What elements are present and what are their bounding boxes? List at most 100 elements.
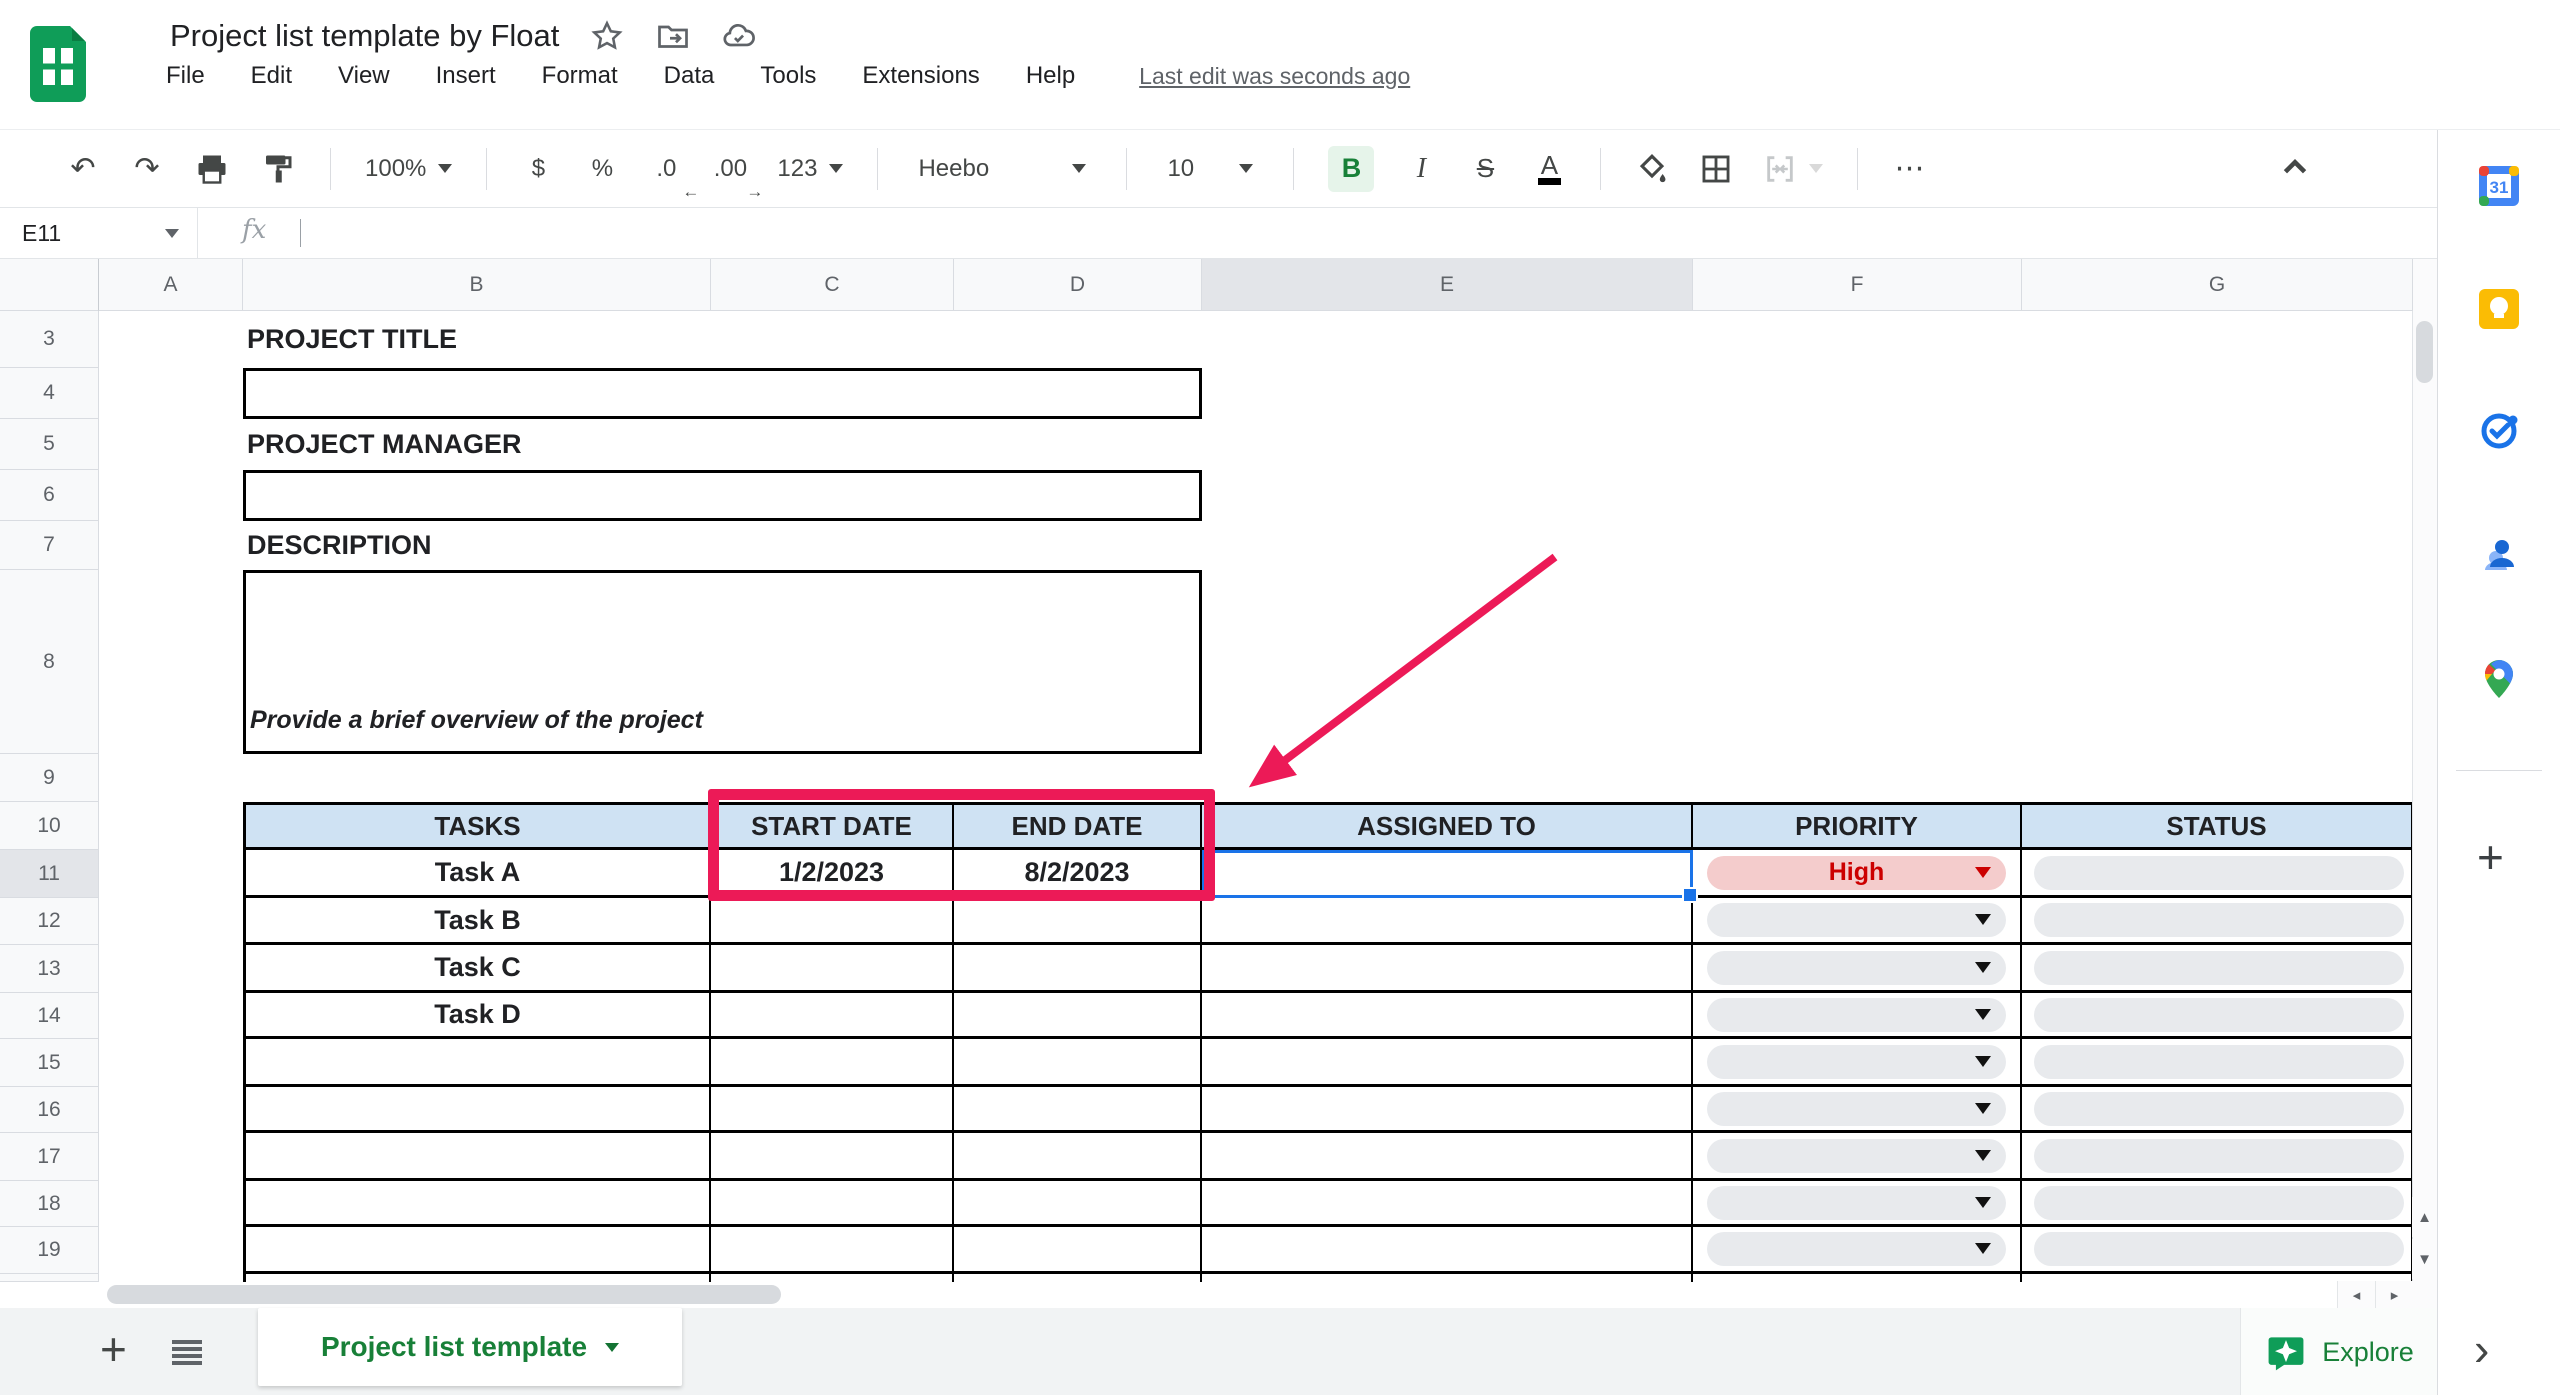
all-sheets-icon[interactable]: [172, 1340, 202, 1365]
priority-dropdown-F15[interactable]: [1707, 1045, 2006, 1079]
row-header-10[interactable]: 10: [0, 802, 99, 850]
cell-E13[interactable]: [1202, 945, 1693, 993]
strikethrough-button[interactable]: S: [1468, 146, 1502, 192]
cell-B19[interactable]: [243, 1227, 711, 1274]
cell-D15[interactable]: [954, 1039, 1202, 1087]
explore-button[interactable]: Explore: [2240, 1308, 2437, 1395]
status-chip-G18[interactable]: [2034, 1186, 2404, 1220]
table-header-B10[interactable]: TASKS: [243, 802, 711, 850]
description-hint[interactable]: Provide a brief overview of the project: [250, 706, 703, 735]
increase-decimals-button[interactable]: .00→: [713, 146, 747, 192]
priority-dropdown-F12[interactable]: [1707, 903, 2006, 937]
merge-cells-button[interactable]: [1763, 146, 1823, 192]
cell-C14[interactable]: [711, 993, 954, 1039]
font-size-select[interactable]: 10: [1161, 146, 1259, 192]
paint-format-button[interactable]: [260, 146, 296, 192]
keep-icon[interactable]: [2477, 287, 2521, 331]
add-sheet-button[interactable]: +: [100, 1326, 127, 1372]
column-header-F[interactable]: F: [1693, 259, 2022, 311]
cell-F18[interactable]: [1693, 1181, 2022, 1227]
cell-C12[interactable]: [711, 898, 954, 945]
scroll-down-button[interactable]: ▼: [2412, 1239, 2437, 1279]
menu-edit[interactable]: Edit: [251, 62, 292, 90]
cell-E20-partial[interactable]: [1202, 1274, 1693, 1282]
status-chip-G17[interactable]: [2034, 1139, 2404, 1173]
status-chip-G11[interactable]: [2034, 856, 2404, 890]
menu-extensions[interactable]: Extensions: [862, 62, 979, 90]
row-header-11[interactable]: 11: [0, 850, 99, 898]
print-button[interactable]: [194, 146, 230, 192]
scroll-left-button[interactable]: ◂: [2337, 1281, 2375, 1308]
horizontal-scrollbar-thumb[interactable]: [107, 1285, 781, 1304]
hide-side-panel-button[interactable]: ›: [2474, 1322, 2489, 1376]
cell-F12[interactable]: [1693, 898, 2022, 945]
star-icon[interactable]: [589, 18, 625, 54]
project-title-input-box[interactable]: [243, 368, 1202, 419]
row-header-14[interactable]: 14: [0, 993, 99, 1039]
cell-D20-partial[interactable]: [954, 1274, 1202, 1282]
project-manager-label[interactable]: PROJECT MANAGER: [247, 422, 522, 467]
row-header-13[interactable]: 13: [0, 945, 99, 993]
cell-E16[interactable]: [1202, 1087, 1693, 1133]
row-header-3[interactable]: 3: [0, 311, 99, 368]
more-formats-button[interactable]: 123: [777, 146, 843, 192]
cell-D14[interactable]: [954, 993, 1202, 1039]
cell-G16[interactable]: [2022, 1087, 2413, 1133]
description-label[interactable]: DESCRIPTION: [247, 523, 432, 568]
cell-G15[interactable]: [2022, 1039, 2413, 1087]
cell-F16[interactable]: [1693, 1087, 2022, 1133]
format-currency-button[interactable]: $: [521, 146, 555, 192]
undo-button[interactable]: ↶: [66, 146, 100, 192]
zoom-select[interactable]: 100%: [365, 146, 452, 192]
menu-file[interactable]: File: [166, 62, 205, 90]
row-header-9[interactable]: 9: [0, 754, 99, 802]
cell-F20-partial[interactable]: [1693, 1274, 2022, 1282]
cell-D17[interactable]: [954, 1133, 1202, 1181]
priority-dropdown-F11[interactable]: High: [1707, 856, 2006, 890]
cell-F11[interactable]: High: [1693, 850, 2022, 898]
status-chip-G15[interactable]: [2034, 1045, 2404, 1079]
contacts-icon[interactable]: [2477, 533, 2521, 577]
borders-button[interactable]: [1699, 146, 1733, 192]
cell-F15[interactable]: [1693, 1039, 2022, 1087]
cell-B12[interactable]: Task B: [243, 898, 711, 945]
cell-E15[interactable]: [1202, 1039, 1693, 1087]
cell-D16[interactable]: [954, 1087, 1202, 1133]
cell-B11[interactable]: Task A: [243, 850, 711, 898]
cell-E19[interactable]: [1202, 1227, 1693, 1274]
row-header-20-partial[interactable]: [0, 1274, 99, 1282]
priority-dropdown-F19[interactable]: [1707, 1232, 2006, 1266]
name-box[interactable]: E11: [0, 208, 198, 258]
scroll-right-button[interactable]: ▸: [2375, 1281, 2413, 1308]
menu-insert[interactable]: Insert: [436, 62, 496, 90]
font-select[interactable]: Heebo: [912, 146, 1092, 192]
cell-C17[interactable]: [711, 1133, 954, 1181]
cell-E12[interactable]: [1202, 898, 1693, 945]
cell-C19[interactable]: [711, 1227, 954, 1274]
cell-G11[interactable]: [2022, 850, 2413, 898]
formula-input-caret[interactable]: [300, 219, 301, 247]
selected-cell-E11[interactable]: [1202, 850, 1693, 898]
menu-tools[interactable]: Tools: [760, 62, 816, 90]
format-percent-button[interactable]: %: [585, 146, 619, 192]
get-addons-button[interactable]: +: [2477, 830, 2504, 884]
calendar-icon[interactable]: 31: [2477, 164, 2521, 208]
cell-C18[interactable]: [711, 1181, 954, 1227]
cell-D18[interactable]: [954, 1181, 1202, 1227]
row-header-12[interactable]: 12: [0, 898, 99, 945]
cell-B16[interactable]: [243, 1087, 711, 1133]
maps-icon[interactable]: [2477, 657, 2521, 701]
table-header-G10[interactable]: STATUS: [2022, 802, 2413, 850]
sheet-tab-menu-icon[interactable]: [605, 1343, 619, 1352]
status-chip-G12[interactable]: [2034, 903, 2404, 937]
bold-button[interactable]: B: [1328, 146, 1374, 192]
scroll-up-button[interactable]: ▲: [2412, 1197, 2437, 1237]
row-header-19[interactable]: 19: [0, 1227, 99, 1274]
project-manager-input-box[interactable]: [243, 470, 1202, 521]
cell-G19[interactable]: [2022, 1227, 2413, 1274]
menu-data[interactable]: Data: [664, 62, 715, 90]
sheet-tab-active[interactable]: Project list template: [258, 1308, 682, 1386]
column-header-E[interactable]: E: [1202, 259, 1693, 311]
cell-B17[interactable]: [243, 1133, 711, 1181]
menu-help[interactable]: Help: [1026, 62, 1075, 90]
